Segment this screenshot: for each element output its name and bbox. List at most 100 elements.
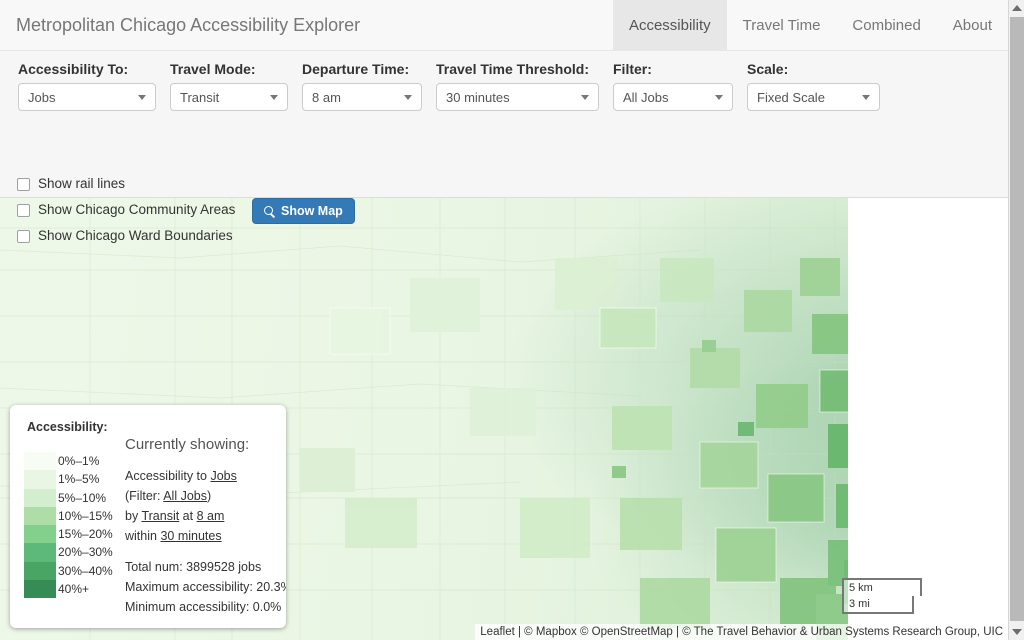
legend-panel: Accessibility: 0%–1% 1%–5% 5%–10% 10%–15… (10, 405, 286, 628)
label-filter: Filter: (613, 61, 652, 77)
checkbox-label-show-rail-lines: Show rail lines (38, 176, 126, 192)
showing-line2-suffix: ) (206, 489, 212, 503)
showing-value-departure-time[interactable]: 8 am (197, 509, 225, 523)
legend-swatch-row (24, 506, 56, 526)
select-departure-time[interactable]: 8 am (302, 83, 422, 112)
select-travel-mode[interactable]: Transit (170, 83, 288, 112)
control-group-departure-time: Departure Time: 8 am (302, 61, 422, 112)
tab-travel-time[interactable]: Travel Time (727, 0, 837, 50)
checkbox-row-show-ward-boundaries[interactable]: Show Chicago Ward Boundaries (17, 228, 235, 244)
map-attribution[interactable]: Leaflet | © Mapbox © OpenStreetMap | © T… (475, 624, 1008, 640)
showing-line-filter: (Filter: All Jobs) (125, 486, 285, 506)
map-scale-bar: 5 km 3 mi (842, 578, 922, 614)
checkbox-row-show-community-areas[interactable]: Show Chicago Community Areas (17, 202, 235, 218)
currently-showing-heading: Currently showing: (125, 436, 250, 453)
stat-total-num: Total num: 3899528 jobs (125, 560, 262, 574)
showing-value-threshold[interactable]: 30 minutes (160, 529, 221, 543)
scrollbar-thumb[interactable] (1010, 17, 1024, 621)
select-accessibility-to[interactable]: Jobs (18, 83, 156, 112)
legend-bin-labels: 0%–1% 1%–5% 5%–10% 10%–15% 15%–20% 20%–3… (58, 452, 113, 598)
show-map-button-label: Show Map (281, 204, 343, 218)
select-departure-time-value: 8 am (312, 89, 341, 105)
showing-line1-prefix: Accessibility to (125, 469, 211, 483)
legend-swatches (24, 452, 56, 599)
legend-swatch-0 (24, 452, 56, 471)
stat-maximum-accessibility: Maximum accessibility: 20.3% (125, 580, 286, 594)
legend-bin-label-4: 15%–20% (58, 527, 113, 542)
checkbox-label-show-ward-boundaries: Show Chicago Ward Boundaries (38, 228, 233, 244)
tab-combined[interactable]: Combined (836, 0, 936, 50)
control-group-accessibility-to: Accessibility To: Jobs (18, 61, 156, 112)
chevron-down-icon (138, 95, 146, 101)
chevron-down-icon (715, 95, 723, 101)
checkbox-show-rail-lines[interactable] (17, 177, 30, 191)
scale-bar-metric: 5 km (842, 578, 922, 596)
navbar: Metropolitan Chicago Accessibility Explo… (0, 0, 1008, 51)
legend-bin-label-5: 20%–30% (58, 545, 113, 560)
legend-swatch-row (24, 525, 56, 544)
select-travel-mode-value: Transit (180, 89, 220, 105)
legend-title: Accessibility: (27, 420, 108, 434)
showing-line2-prefix: (Filter: (125, 489, 164, 503)
legend-swatch-4 (24, 525, 56, 544)
chevron-down-icon (270, 95, 278, 101)
control-group-travel-mode: Travel Mode: Transit (170, 61, 288, 112)
legend-swatch-2 (24, 488, 56, 507)
legend-swatch-7 (24, 580, 56, 599)
checkbox-row-show-rail-lines[interactable]: Show rail lines (17, 176, 235, 192)
legend-statistics: Total num: 3899528 jobs Maximum accessib… (125, 557, 286, 617)
tab-accessibility[interactable]: Accessibility (612, 0, 727, 50)
nav-tabs: Accessibility Travel Time Combined About (612, 0, 1008, 50)
legend-bin-label-2: 5%–10% (58, 490, 107, 505)
legend-bin-label-0: 0%–1% (58, 454, 100, 468)
legend-swatch-row (24, 543, 56, 562)
label-accessibility-to: Accessibility To: (18, 61, 129, 77)
legend-swatch-6 (24, 561, 56, 581)
map-lake-michigan (848, 198, 1008, 640)
showing-line-accessibility-to: Accessibility to Jobs (125, 466, 285, 486)
show-map-button[interactable]: Show Map (252, 198, 355, 224)
legend-bin-label-1: 1%–5% (58, 472, 100, 487)
label-departure-time: Departure Time: (302, 61, 410, 77)
showing-line3-mid: at (179, 509, 197, 523)
label-travel-time-threshold: Travel Time Threshold: (436, 61, 590, 77)
select-filter-value: All Jobs (623, 89, 669, 105)
legend-bin-label-3: 10%–15% (58, 508, 113, 523)
page-scrollbar[interactable] (1008, 0, 1024, 640)
legend-bin-label-6: 30%–40% (58, 563, 113, 578)
select-travel-time-threshold-value: 30 minutes (446, 89, 510, 105)
showing-line4-prefix: within (125, 529, 161, 543)
showing-line-mode-time: by Transit at 8 am (125, 506, 285, 526)
showing-value-travel-mode[interactable]: Transit (141, 509, 179, 523)
control-group-filter: Filter: All Jobs (613, 61, 733, 112)
select-scale[interactable]: Fixed Scale (747, 83, 880, 112)
scrollbar-down-arrow-icon[interactable] (1009, 624, 1024, 640)
checkbox-show-community-areas[interactable] (17, 203, 30, 217)
checkbox-show-ward-boundaries[interactable] (17, 229, 30, 243)
legend-swatch-row (24, 470, 56, 489)
select-travel-time-threshold[interactable]: 30 minutes (436, 83, 599, 112)
label-travel-mode: Travel Mode: (170, 61, 256, 77)
search-icon (264, 205, 275, 217)
tab-about[interactable]: About (937, 0, 1008, 50)
chevron-down-icon (862, 95, 870, 101)
scale-bar-imperial: 3 mi (842, 596, 914, 614)
legend-swatch-row (24, 488, 56, 507)
legend-swatch-5 (24, 543, 56, 562)
scrollbar-up-arrow-icon[interactable] (1009, 0, 1024, 16)
control-selects-row: Accessibility To: Jobs Travel Mode: Tran… (18, 61, 880, 112)
showing-value-filter[interactable]: All Jobs (163, 489, 207, 503)
legend-swatch-row (24, 561, 56, 581)
showing-line3-prefix: by (125, 509, 142, 523)
select-filter[interactable]: All Jobs (613, 83, 733, 112)
legend-swatch-row (24, 580, 56, 599)
legend-swatch-row (24, 452, 56, 471)
showing-value-accessibility-to[interactable]: Jobs (210, 469, 236, 483)
layer-checkbox-group: Show rail lines Show Chicago Community A… (17, 176, 235, 244)
stat-minimum-accessibility: Minimum accessibility: 0.0% (125, 600, 282, 614)
showing-line-threshold: within 30 minutes (125, 526, 285, 546)
control-group-travel-time-threshold: Travel Time Threshold: 30 minutes (436, 61, 599, 112)
select-scale-value: Fixed Scale (757, 89, 825, 105)
app-brand: Metropolitan Chicago Accessibility Explo… (16, 15, 361, 35)
legend-swatch-1 (24, 470, 56, 489)
